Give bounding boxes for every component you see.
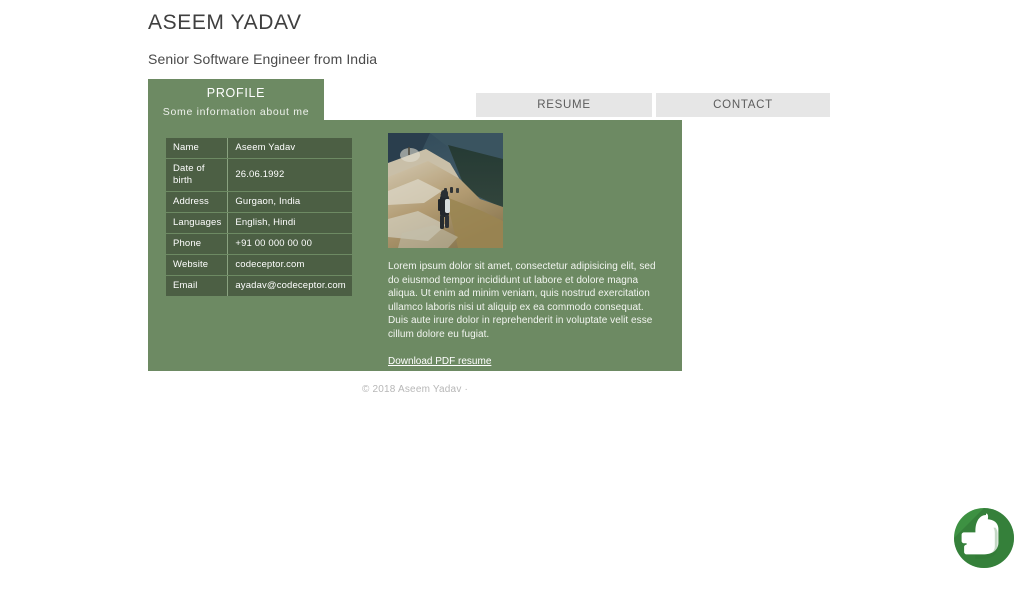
tab-profile[interactable]: PROFILE Some information about me [148, 79, 324, 120]
page-title: ASEEM YADAV [148, 11, 302, 34]
table-row: Date of birth 26.06.1992 [166, 159, 352, 191]
tab-resume[interactable]: RESUME [476, 93, 652, 117]
info-key: Address [166, 192, 229, 212]
profile-right-column: Lorem ipsum dolor sit amet, consectetur … [388, 133, 663, 369]
info-key: Languages [166, 213, 229, 233]
tab-profile-sublabel: Some information about me [162, 106, 310, 118]
info-key: Email [166, 276, 229, 296]
profile-photo [388, 133, 503, 248]
page-header: ASEEM YADAV Senior Software Engineer fro… [148, 8, 708, 70]
footer: © 2018 Aseem Yadav · [148, 383, 682, 397]
info-value: Aseem Yadav [228, 138, 352, 158]
table-row: Name Aseem Yadav [166, 138, 352, 158]
tab-bar: PROFILE Some information about me RESUME… [148, 79, 830, 120]
download-pdf-resume-link[interactable]: Download PDF resume [388, 355, 491, 369]
profile-panel: Name Aseem Yadav Date of birth 26.06.199… [148, 120, 682, 371]
page-subtitle: Senior Software Engineer from India [148, 51, 378, 67]
info-value: English, Hindi [228, 213, 352, 233]
tab-resume-label: RESUME [537, 99, 591, 111]
info-value: 26.06.1992 [228, 159, 352, 191]
table-row: Website codeceptor.com [166, 255, 352, 275]
tab-profile-label: PROFILE [206, 86, 266, 100]
info-value: +91 00 000 00 00 [228, 234, 352, 254]
table-row: Email ayadav@codeceptor.com [166, 276, 352, 296]
table-row: Phone +91 00 000 00 00 [166, 234, 352, 254]
table-row: Address Gurgaon, India [166, 192, 352, 212]
info-value: codeceptor.com [228, 255, 352, 275]
info-key: Phone [166, 234, 229, 254]
footer-copyright: © 2018 Aseem Yadav · [361, 384, 469, 395]
thumbs-up-logo-icon [952, 506, 1016, 570]
info-key: Name [166, 138, 229, 158]
tab-contact-label: CONTACT [713, 99, 773, 111]
profile-info-table: Name Aseem Yadav Date of birth 26.06.199… [166, 137, 352, 297]
info-value: Gurgaon, India [228, 192, 352, 212]
info-key: Date of birth [166, 159, 229, 191]
info-key: Website [166, 255, 229, 275]
info-value: ayadav@codeceptor.com [228, 276, 352, 296]
table-row: Languages English, Hindi [166, 213, 352, 233]
profile-bio-text: Lorem ipsum dolor sit amet, consectetur … [388, 261, 656, 340]
tab-contact[interactable]: CONTACT [656, 93, 830, 117]
